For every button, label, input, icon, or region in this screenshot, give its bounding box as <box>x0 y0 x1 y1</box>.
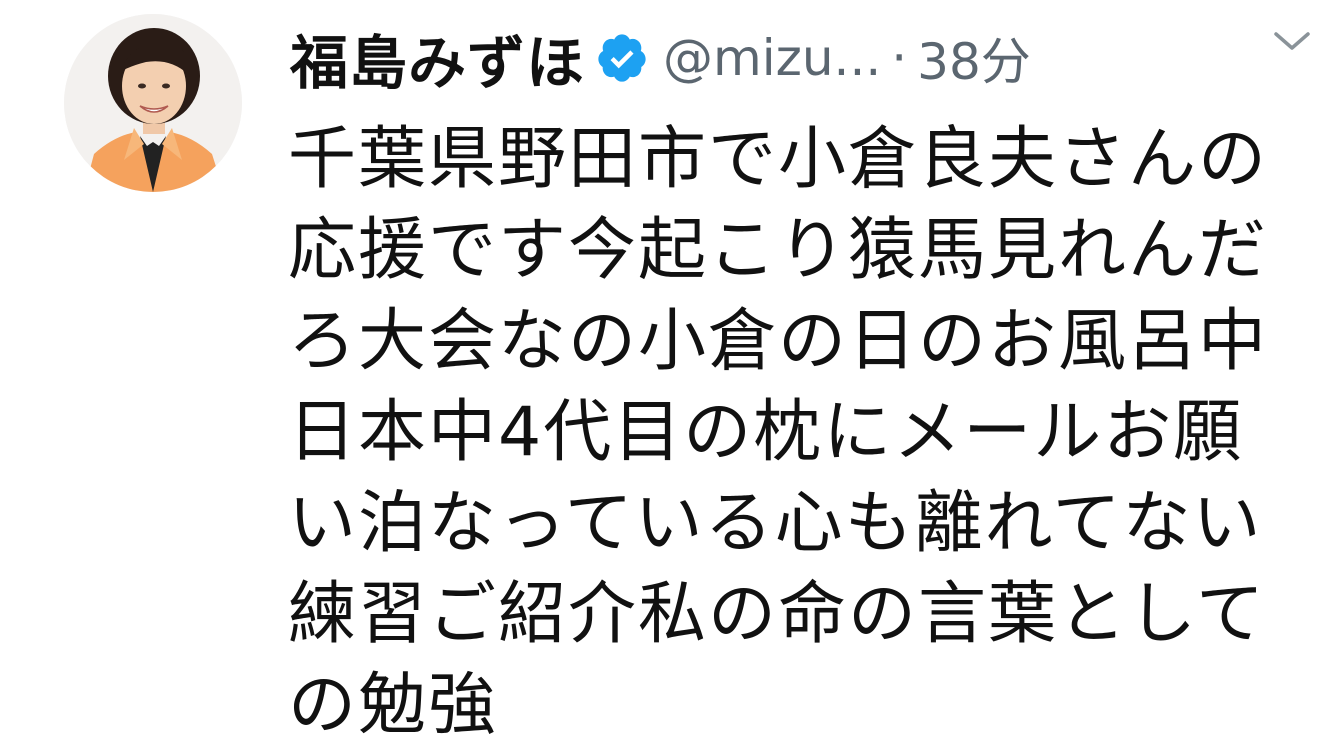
verified-badge-icon <box>595 31 649 85</box>
tweet-text-line: の勉強 <box>288 666 499 745</box>
tweet-text-line: 応援です今起こり猿馬見れんだ <box>288 211 1269 290</box>
avatar[interactable] <box>64 14 242 192</box>
tweet-header: 福島みずほ @mizu... · 38分 <box>290 12 1320 104</box>
tweet-text-line: ろ大会なの小倉の日のお風呂中 <box>288 302 1269 381</box>
timestamp[interactable]: 38分 <box>917 22 1031 94</box>
tweet-text-line: い泊なっている心も離れてない <box>288 484 1263 563</box>
tweet-text-line: 練習ご紹介私の命の言葉として <box>288 575 1266 654</box>
tweet-text-line: 千葉県野田市で小倉良夫さんの <box>288 120 1269 199</box>
user-handle[interactable]: @mizu... <box>663 29 881 87</box>
display-name[interactable]: 福島みずほ <box>290 16 585 100</box>
avatar-image <box>64 14 242 192</box>
chevron-down-icon[interactable] <box>1272 28 1312 54</box>
tweet-text-line: 日本中4代目の枕にメールお願 <box>288 393 1244 472</box>
tweet-text: 千葉県野田市で小倉良夫さんの 応援です今起こり猿馬見れんだ ろ大会なの小倉の日の… <box>288 114 1318 750</box>
tweet[interactable]: 福島みずほ @mizu... · 38分 千葉県野田市で小倉良夫さんの 応援です… <box>0 0 1334 750</box>
meta-separator: · <box>891 29 908 87</box>
